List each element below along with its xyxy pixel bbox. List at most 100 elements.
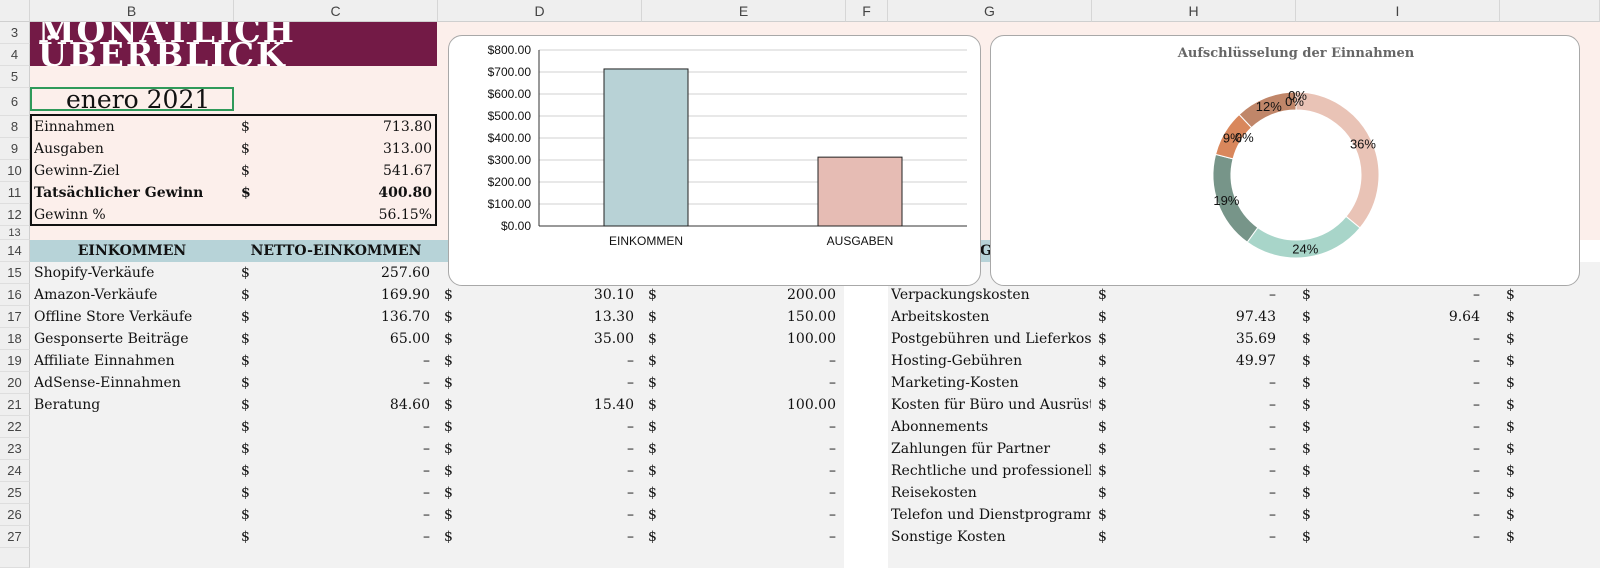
expense-i-currency[interactable]: $ <box>1302 438 1322 460</box>
row-header-3[interactable]: 3 <box>0 22 30 44</box>
income-expense-bar-chart[interactable]: $0.00 $100.00 $200.00 $300.00 $400.00 $500.00… <box>448 35 981 286</box>
expense-label[interactable]: Hosting-Gebühren <box>891 350 1091 372</box>
row-header-9[interactable]: 9 <box>0 138 30 160</box>
expense-i-currency[interactable]: $ <box>1302 482 1322 504</box>
expense-label[interactable]: Kosten für Büro und Ausrüstu <box>891 394 1091 416</box>
income-net-value[interactable]: – <box>262 482 430 504</box>
income-goal-value[interactable]: – <box>668 438 836 460</box>
income-label[interactable]: Beratung <box>34 394 234 416</box>
expense-i-currency[interactable]: $ <box>1302 306 1322 328</box>
expense-h-currency[interactable]: $ <box>1098 504 1118 526</box>
corner-select-all[interactable] <box>0 0 30 22</box>
income-label[interactable]: Shopify-Verkäufe <box>34 262 234 284</box>
column-header-d[interactable]: D <box>438 0 642 22</box>
expense-i-currency[interactable]: $ <box>1302 284 1322 306</box>
expense-h-currency[interactable]: $ <box>1098 306 1118 328</box>
income-net-currency[interactable]: $ <box>241 372 261 394</box>
expense-h-currency[interactable]: $ <box>1098 416 1118 438</box>
row-header-19[interactable]: 19 <box>0 350 30 372</box>
income-goal-value[interactable]: – <box>668 504 836 526</box>
expense-i-value[interactable]: – <box>1324 482 1480 504</box>
column-header-h[interactable]: H <box>1092 0 1296 22</box>
expense-h-value[interactable]: – <box>1120 482 1276 504</box>
expense-i-currency[interactable]: $ <box>1302 372 1322 394</box>
expense-i-value[interactable]: – <box>1324 328 1480 350</box>
expense-i-value[interactable]: – <box>1324 504 1480 526</box>
month-cell[interactable]: enero 2021 <box>30 85 234 114</box>
income-net-currency[interactable]: $ <box>241 504 261 526</box>
expense-i-value[interactable]: 9.64 <box>1324 306 1480 328</box>
expense-i-value[interactable]: – <box>1324 394 1480 416</box>
income-net-value[interactable]: 169.90 <box>262 284 430 306</box>
column-header-i[interactable]: I <box>1296 0 1500 22</box>
expense-h-value[interactable]: – <box>1120 504 1276 526</box>
income-net-currency[interactable]: $ <box>241 526 261 548</box>
expense-h-currency[interactable]: $ <box>1098 372 1118 394</box>
row-header-5[interactable]: 5 <box>0 66 30 88</box>
column-header-f[interactable]: F <box>846 0 888 22</box>
income-goal-currency[interactable]: $ <box>648 372 668 394</box>
summary-label[interactable]: Tatsächlicher Gewinn <box>34 182 234 204</box>
income-net-currency[interactable]: $ <box>241 284 261 306</box>
expense-h-currency[interactable]: $ <box>1098 438 1118 460</box>
income-net-value[interactable]: 257.60 <box>262 262 430 284</box>
expense-i-value[interactable]: – <box>1324 416 1480 438</box>
income-fee-currency[interactable]: $ <box>444 284 464 306</box>
income-net-currency[interactable]: $ <box>241 350 261 372</box>
row-header-6[interactable]: 6 <box>0 88 30 116</box>
expense-h-currency[interactable]: $ <box>1098 482 1118 504</box>
row-header-10[interactable]: 10 <box>0 160 30 182</box>
column-header-c[interactable]: C <box>234 0 438 22</box>
income-goal-currency[interactable]: $ <box>648 350 668 372</box>
expense-label[interactable]: Telefon und Dienstprogramme <box>891 504 1091 526</box>
expense-i-currency[interactable]: $ <box>1302 416 1322 438</box>
expense-j-currency[interactable]: $ <box>1506 350 1526 372</box>
expense-label[interactable]: Zahlungen für Partner <box>891 438 1091 460</box>
income-net-value[interactable]: – <box>262 526 430 548</box>
expense-j-currency[interactable]: $ <box>1506 372 1526 394</box>
expense-h-value[interactable]: 49.97 <box>1120 350 1276 372</box>
expense-i-currency[interactable]: $ <box>1302 526 1322 548</box>
expense-h-value[interactable]: – <box>1120 526 1276 548</box>
profit-pct-value[interactable]: 56.15% <box>262 204 432 226</box>
income-goal-value[interactable]: 100.00 <box>668 394 836 416</box>
income-goal-currency[interactable]: $ <box>648 526 668 548</box>
row-header-20[interactable]: 20 <box>0 372 30 394</box>
expense-i-currency[interactable]: $ <box>1302 460 1322 482</box>
summary-value[interactable]: 400.80 <box>262 182 432 204</box>
summary-value[interactable]: 713.80 <box>262 116 432 138</box>
expense-label[interactable]: Marketing-Kosten <box>891 372 1091 394</box>
expense-h-value[interactable]: – <box>1120 372 1276 394</box>
income-fee-currency[interactable]: $ <box>444 416 464 438</box>
expense-h-currency[interactable]: $ <box>1098 526 1118 548</box>
income-fee-value[interactable]: – <box>466 350 634 372</box>
income-fee-value[interactable]: – <box>466 482 634 504</box>
expense-h-currency[interactable]: $ <box>1098 328 1118 350</box>
expense-i-value[interactable]: – <box>1324 438 1480 460</box>
expense-j-currency[interactable]: $ <box>1506 526 1526 548</box>
income-net-value[interactable]: 84.60 <box>262 394 430 416</box>
summary-currency[interactable]: $ <box>241 116 261 138</box>
income-goal-value[interactable]: – <box>668 460 836 482</box>
expense-label[interactable]: Abonnements <box>891 416 1091 438</box>
row-header-25[interactable]: 25 <box>0 482 30 504</box>
expense-h-value[interactable]: 35.69 <box>1120 328 1276 350</box>
row-header-14[interactable]: 14 <box>0 240 30 262</box>
income-goal-currency[interactable]: $ <box>648 394 668 416</box>
column-header-g[interactable]: G <box>888 0 1092 22</box>
row-header-23[interactable]: 23 <box>0 438 30 460</box>
expense-j-currency[interactable]: $ <box>1506 328 1526 350</box>
profit-pct-label[interactable]: Gewinn % <box>34 204 234 226</box>
income-net-value[interactable]: – <box>262 416 430 438</box>
income-fee-value[interactable]: 35.00 <box>466 328 634 350</box>
income-net-currency[interactable]: $ <box>241 438 261 460</box>
row-header-12[interactable]: 12 <box>0 204 30 226</box>
expense-h-value[interactable]: 97.43 <box>1120 306 1276 328</box>
row-header-28[interactable] <box>0 548 30 568</box>
income-goal-currency[interactable]: $ <box>648 284 668 306</box>
expense-i-value[interactable]: – <box>1324 350 1480 372</box>
income-net-currency[interactable]: $ <box>241 262 261 284</box>
income-label[interactable]: Affiliate Einnahmen <box>34 350 234 372</box>
expense-h-value[interactable]: – <box>1120 394 1276 416</box>
summary-currency[interactable]: $ <box>241 138 261 160</box>
